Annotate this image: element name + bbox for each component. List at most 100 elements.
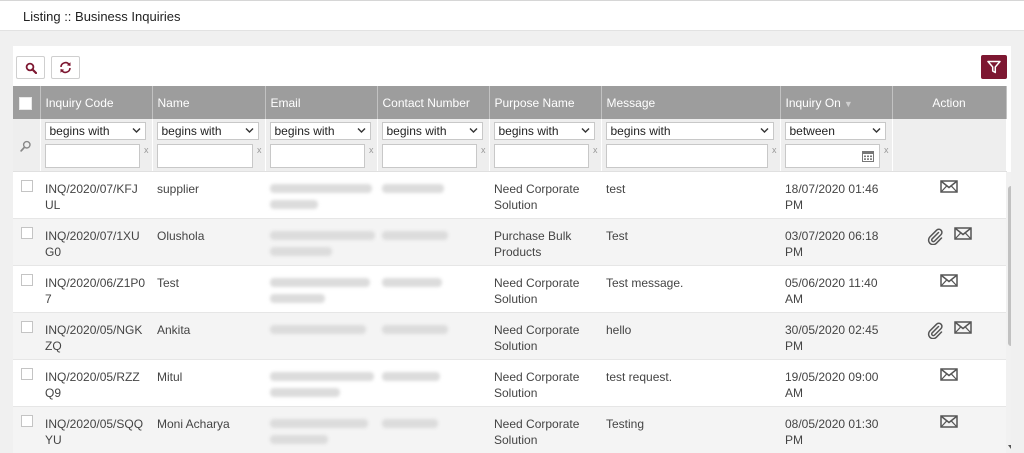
cell-name: Test <box>152 265 265 313</box>
filter-value-input[interactable] <box>381 144 477 168</box>
filter-operator-select[interactable]: begins with <box>605 122 774 140</box>
cell-inquiry-on: 08/05/2020 01:30 PM <box>780 406 892 453</box>
table-row[interactable]: INQ/2020/07/KFJUL supplier Need Corporate … <box>13 171 1006 219</box>
row-checkbox[interactable] <box>21 179 33 192</box>
cell-actions <box>892 171 1006 219</box>
row-checkbox[interactable] <box>21 273 33 286</box>
filter-value-input[interactable] <box>269 144 365 168</box>
cell-inquiry-on: 30/05/2020 02:45 PM <box>780 312 892 360</box>
column-header-inquiry-on[interactable]: Inquiry On ▼ <box>780 86 893 119</box>
cell-purpose: Need Corporate Solution <box>489 265 601 313</box>
envelope-icon[interactable] <box>940 367 958 385</box>
row-checkbox-cell <box>13 312 40 360</box>
clear-filter-button[interactable]: x <box>144 145 149 155</box>
filter-operator-select[interactable]: between <box>784 122 886 140</box>
filter-operator-select[interactable]: begins with <box>269 122 371 140</box>
column-header-email[interactable]: Email <box>265 86 378 119</box>
filter-operator-select[interactable]: begins with <box>381 122 483 140</box>
clear-filter-button[interactable]: x <box>772 145 777 155</box>
cell-inquiry-code: INQ/2020/06/Z1P07 <box>40 265 152 313</box>
refresh-icon <box>60 61 71 74</box>
clear-filter-button[interactable]: x <box>369 145 374 155</box>
cell-name: Mitul <box>152 359 265 407</box>
cell-message: hello <box>601 312 780 360</box>
sort-desc-icon: ▼ <box>843 98 853 109</box>
filter-operator-value: between <box>789 124 835 138</box>
column-header-contact-number[interactable]: Contact Number <box>377 86 490 119</box>
clear-filter-button[interactable]: x <box>593 145 598 155</box>
column-header-purpose-name[interactable]: Purpose Name <box>489 86 602 119</box>
search-icon <box>25 62 37 74</box>
row-checkbox[interactable] <box>21 226 33 239</box>
search-icon <box>20 140 31 152</box>
column-header-name[interactable]: Name <box>152 86 266 119</box>
cell-actions <box>892 359 1006 407</box>
cell-contact-redacted <box>377 359 489 407</box>
clear-filter-button[interactable]: x <box>884 145 889 155</box>
cell-inquiry-on: 03/07/2020 06:18 PM <box>780 218 892 266</box>
filter-date-input[interactable] <box>784 144 880 168</box>
filter-operator-value: begins with <box>49 124 110 138</box>
filter-value-input[interactable] <box>605 144 768 168</box>
cell-email-redacted <box>265 265 377 313</box>
filter-button[interactable] <box>981 55 1007 79</box>
cell-email-redacted <box>265 171 377 219</box>
filter-operator-select[interactable]: begins with <box>156 122 259 140</box>
filter-value-input[interactable] <box>493 144 589 168</box>
filter-operator-value: begins with <box>498 124 559 138</box>
filter-cell: begins with x <box>489 119 602 172</box>
cell-purpose: Need Corporate Solution <box>489 171 601 219</box>
row-checkbox[interactable] <box>21 320 33 333</box>
cell-name: Moni Acharya <box>152 406 265 453</box>
table-row[interactable]: INQ/2020/05/RZZQ9 Mitul Need Corporate Sol… <box>13 359 1006 407</box>
filter-operator-select[interactable]: begins with <box>44 122 146 140</box>
table-row[interactable]: INQ/2020/05/SQQYU Moni Acharya Need Corpor… <box>13 406 1006 453</box>
table-row[interactable]: INQ/2020/05/NGKZQ Ankita Need Corporate So… <box>13 312 1006 360</box>
refresh-button[interactable] <box>51 56 80 79</box>
envelope-icon[interactable] <box>940 179 958 197</box>
envelope-icon[interactable] <box>940 273 958 291</box>
cell-contact-redacted <box>377 265 489 313</box>
filter-cell: begins with x <box>265 119 378 172</box>
cell-actions <box>892 312 1006 360</box>
envelope-icon[interactable] <box>940 414 958 432</box>
cell-inquiry-code: INQ/2020/07/KFJUL <box>40 171 152 219</box>
scroll-down-arrow-icon[interactable] <box>1007 443 1011 451</box>
clear-filter-button[interactable]: x <box>257 145 262 155</box>
attachment-icon[interactable] <box>926 227 944 249</box>
column-header-message[interactable]: Message <box>601 86 781 119</box>
vertical-scrollbar[interactable] <box>1006 172 1011 453</box>
cell-name: supplier <box>152 171 265 219</box>
attachment-icon[interactable] <box>926 321 944 343</box>
select-all-header <box>13 86 41 119</box>
scrollbar-thumb[interactable] <box>1008 186 1011 346</box>
clear-filter-button[interactable]: x <box>481 145 486 155</box>
table-row[interactable]: INQ/2020/07/1XUG0 Olushola Purchase Bulk P… <box>13 218 1006 266</box>
cell-email-redacted <box>265 218 377 266</box>
cell-inquiry-on: 19/05/2020 09:00 AM <box>780 359 892 407</box>
cell-inquiry-on: 05/06/2020 11:40 AM <box>780 265 892 313</box>
envelope-icon[interactable] <box>954 226 972 244</box>
filter-value-input[interactable] <box>156 144 253 168</box>
envelope-icon[interactable] <box>954 320 972 338</box>
filter-row: begins with x begins with x begins with x begi… <box>13 119 1007 172</box>
filter-cell: begins with x <box>40 119 153 172</box>
filter-icon <box>987 60 1001 74</box>
filter-value-input[interactable] <box>44 144 140 168</box>
cell-purpose: Need Corporate Solution <box>489 312 601 360</box>
cell-message: test <box>601 171 780 219</box>
cell-email-redacted <box>265 406 377 453</box>
filter-cell: begins with x <box>601 119 781 172</box>
row-checkbox[interactable] <box>21 367 33 380</box>
column-header-inquiry-code[interactable]: Inquiry Code <box>40 86 153 119</box>
filter-operator-value: begins with <box>161 124 222 138</box>
row-checkbox-cell <box>13 359 40 407</box>
table-row[interactable]: INQ/2020/06/Z1P07 Test Need Corporate Solu… <box>13 265 1006 313</box>
cell-purpose: Purchase Bulk Products <box>489 218 601 266</box>
filter-operator-select[interactable]: begins with <box>493 122 595 140</box>
search-button[interactable] <box>16 56 45 79</box>
filter-cell-action <box>892 119 1007 172</box>
select-all-checkbox[interactable] <box>19 96 32 110</box>
filter-cell: begins with x <box>377 119 490 172</box>
row-checkbox[interactable] <box>21 414 33 427</box>
